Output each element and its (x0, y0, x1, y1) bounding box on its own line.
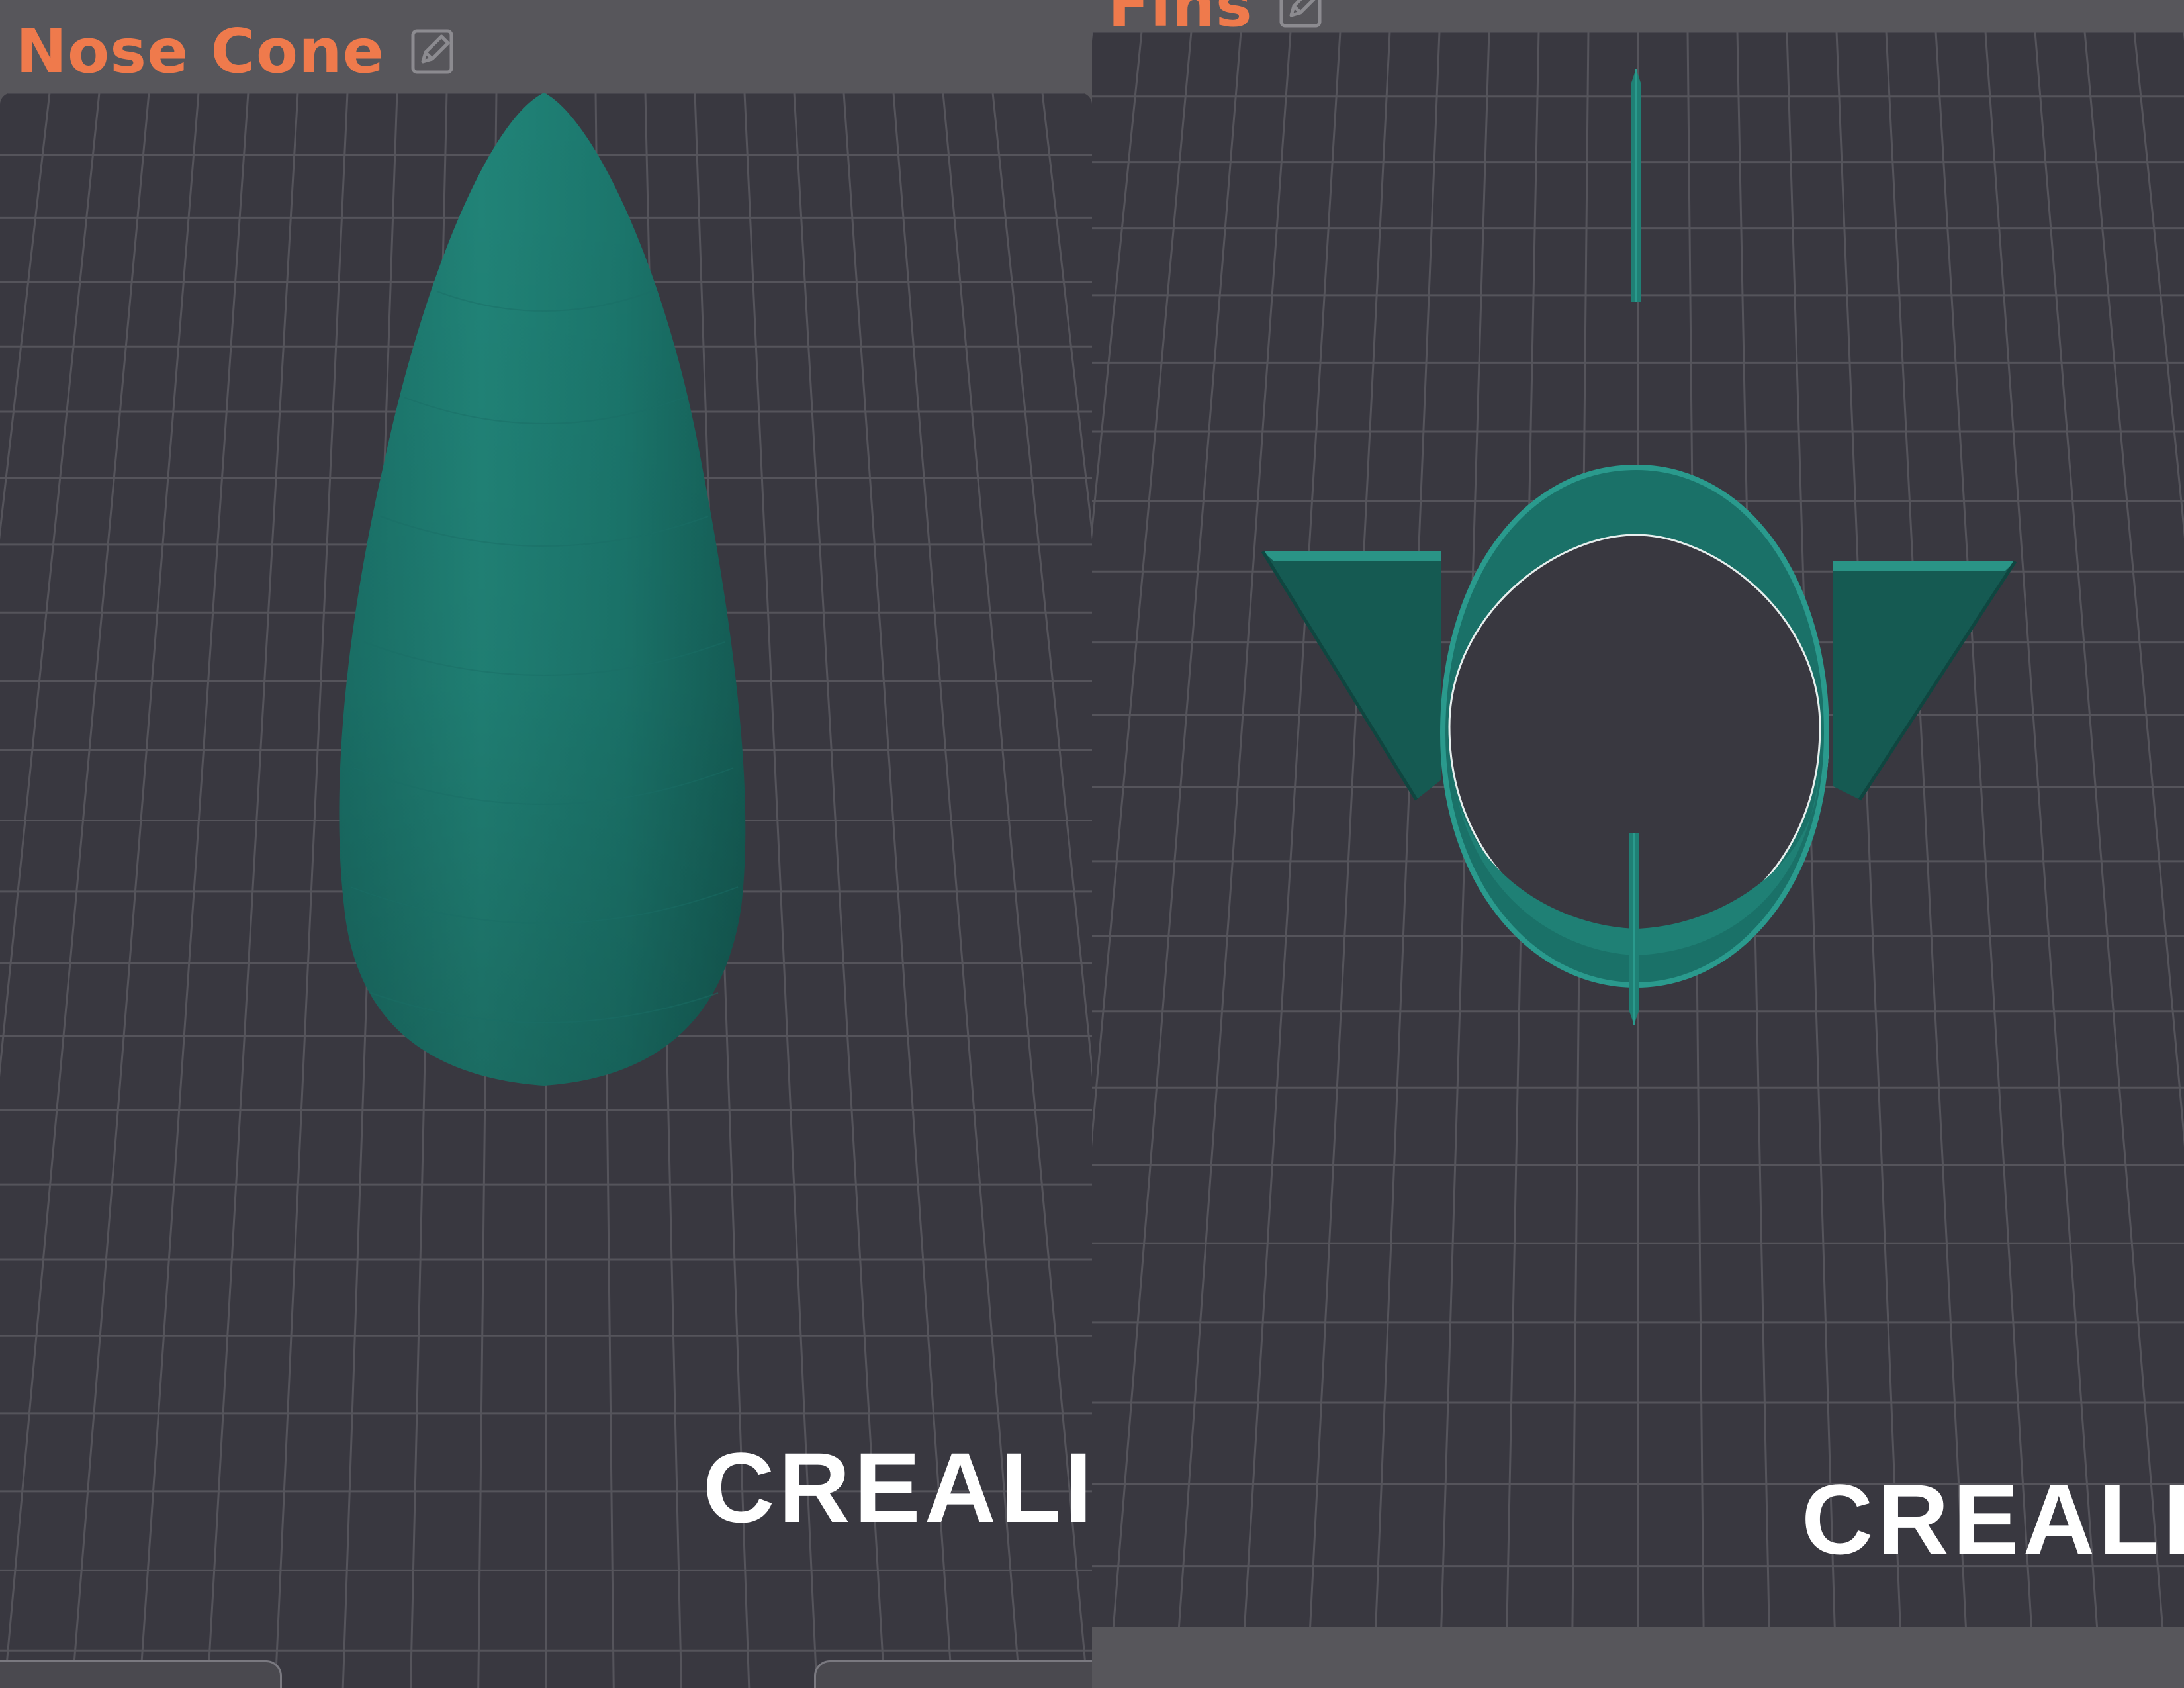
grid-line (138, 93, 250, 1688)
grid-line (206, 93, 299, 1688)
edit-icon[interactable] (1279, 0, 1323, 28)
bottom-toolbar-tab[interactable] (814, 1660, 1092, 1688)
creality-logo: CREALITY (1801, 1464, 2184, 1575)
grid-line (1885, 32, 1967, 1627)
build-plate-viewport[interactable]: CREALITY (1092, 32, 2184, 1627)
grid-line (1835, 32, 1901, 1627)
grid-line (3, 93, 150, 1688)
grid-line (1934, 32, 2032, 1627)
grid-line (0, 93, 101, 1078)
bottom-toolbar-tab[interactable] (0, 1660, 282, 1688)
build-plate-grid (1092, 32, 2184, 1627)
model-title: Nose Cone (16, 16, 385, 87)
panel-header: Nose Cone (0, 0, 1092, 99)
grid-line (2133, 32, 2184, 539)
grid-line (0, 93, 51, 541)
creality-logo: CREALITY (703, 1432, 1092, 1543)
grid-line (1309, 32, 1391, 1627)
build-plate-viewport[interactable]: CREALITY (0, 93, 1092, 1688)
grid-line (2034, 32, 2164, 1627)
fins-panel: Fins CREALI (1092, 0, 2184, 1688)
nose-cone-model[interactable] (339, 93, 746, 1086)
grid-line (1375, 32, 1441, 1627)
grid-line (1244, 32, 1342, 1627)
slicer-screenshot-composite: Nose Cone CREALI Fins CREALI (0, 0, 2184, 1688)
panel-header: Fins (1092, 0, 2184, 36)
grid-line (71, 93, 200, 1688)
model-title: Fins (1108, 0, 1253, 40)
grid-line (1984, 32, 2099, 1627)
fin-ring-model[interactable] (1261, 69, 2017, 1025)
grid-line (1092, 32, 1143, 539)
grid-line (1177, 32, 1292, 1627)
nose-cone-panel: Nose Cone CREALI (0, 0, 1092, 1688)
title-row: Nose Cone (16, 12, 455, 91)
grid-line (274, 93, 349, 1688)
edit-icon[interactable] (411, 28, 455, 75)
grid-line (1112, 32, 1242, 1627)
